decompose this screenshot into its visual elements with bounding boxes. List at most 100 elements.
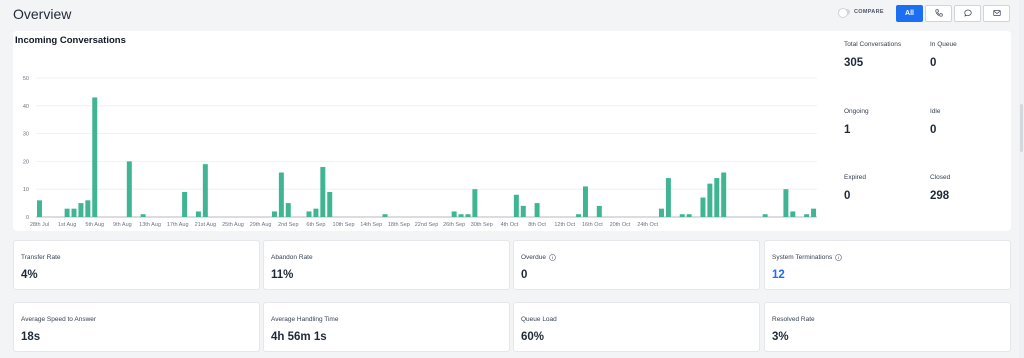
compare-toggle[interactable]: COMPARE bbox=[838, 8, 884, 18]
chart-bar[interactable] bbox=[126, 161, 132, 217]
stat-label: Closed bbox=[930, 174, 951, 181]
channel-all-label: All bbox=[905, 10, 914, 17]
chart-bar[interactable] bbox=[582, 186, 588, 217]
chart-bar[interactable] bbox=[714, 178, 720, 217]
info-icon[interactable] bbox=[549, 254, 556, 261]
chart-bar[interactable] bbox=[313, 208, 319, 217]
chart-bar[interactable] bbox=[520, 205, 526, 217]
x-tick-label: 25th Aug bbox=[222, 222, 244, 228]
chart-bar[interactable] bbox=[465, 214, 471, 217]
y-tick-label: 10 bbox=[23, 187, 29, 193]
stat-label: In Queue bbox=[930, 41, 957, 48]
x-tick-label: 28th Jul bbox=[30, 222, 49, 228]
y-tick-label: 20 bbox=[23, 159, 29, 165]
chart-bar[interactable] bbox=[596, 205, 602, 217]
chart-bar[interactable] bbox=[85, 200, 91, 217]
metric-label: System Terminations bbox=[772, 254, 843, 261]
metric-label-text: System Terminations bbox=[772, 254, 833, 261]
chart-bar[interactable] bbox=[721, 172, 727, 217]
metric-label: Abandon Rate bbox=[271, 254, 313, 261]
x-tick-label: 4th Oct bbox=[501, 222, 519, 228]
metric-label: Average Handling Time bbox=[271, 316, 338, 323]
chart-bar[interactable] bbox=[472, 189, 478, 217]
page-title: Overview bbox=[13, 6, 72, 22]
channel-phone-button[interactable] bbox=[925, 5, 952, 22]
channel-email-button[interactable] bbox=[983, 5, 1010, 22]
chart-bar[interactable] bbox=[686, 214, 692, 217]
scrollbar-thumb[interactable] bbox=[1020, 104, 1023, 152]
chart-bar[interactable] bbox=[700, 197, 706, 217]
chart-bar[interactable] bbox=[320, 166, 326, 217]
chart-bar[interactable] bbox=[64, 208, 70, 217]
x-tick-label: 2nd Sep bbox=[278, 222, 299, 228]
stat-label: Idle bbox=[930, 108, 941, 115]
page-header: Overview COMPARE All bbox=[0, 0, 1024, 30]
chart-bar[interactable] bbox=[790, 211, 796, 217]
x-tick-label: 8th Oct bbox=[528, 222, 546, 228]
chart-bar[interactable] bbox=[534, 203, 540, 217]
chart-bar[interactable] bbox=[78, 203, 84, 217]
chart-bar[interactable] bbox=[665, 178, 671, 217]
chart-bar[interactable] bbox=[195, 211, 201, 217]
chart-bar[interactable] bbox=[659, 208, 664, 217]
stat-total-conversations: Total Conversations 305 bbox=[844, 41, 901, 69]
metric-value: 60% bbox=[521, 331, 545, 343]
toggle-switch[interactable] bbox=[838, 8, 850, 18]
stat-in-queue: In Queue 0 bbox=[930, 41, 957, 69]
chart-bar[interactable] bbox=[707, 183, 713, 217]
chart-bar[interactable] bbox=[182, 191, 188, 217]
metric-average-speed-to-answer: Average Speed to Answer 18s bbox=[13, 302, 260, 352]
page-scrollbar[interactable] bbox=[1019, 0, 1024, 358]
x-tick-label: 18th Sep bbox=[388, 222, 410, 228]
chart-bar[interactable] bbox=[271, 211, 277, 217]
chart-bar[interactable] bbox=[513, 194, 519, 217]
metric-queue-load: Queue Load 60% bbox=[513, 302, 760, 352]
mail-icon bbox=[992, 9, 1001, 19]
metric-label: Resolved Rate bbox=[772, 316, 815, 323]
chart-bar[interactable] bbox=[679, 214, 685, 217]
stat-value: 0 bbox=[930, 57, 937, 69]
chart-bar[interactable] bbox=[92, 97, 98, 217]
info-icon[interactable] bbox=[835, 254, 843, 261]
metric-value: 0 bbox=[521, 269, 528, 281]
metric-label: Overdue bbox=[521, 254, 556, 261]
chart-bar[interactable] bbox=[458, 214, 464, 217]
metric-label: Average Speed to Answer bbox=[21, 316, 96, 323]
chart-bar[interactable] bbox=[140, 214, 146, 217]
chart-bar[interactable] bbox=[576, 214, 582, 217]
y-tick-label: 30 bbox=[23, 132, 29, 138]
x-tick-label: 10th Sep bbox=[333, 222, 355, 228]
chart-bar[interactable] bbox=[762, 214, 768, 217]
chart-bar[interactable] bbox=[804, 214, 810, 217]
chart-bar[interactable] bbox=[306, 211, 312, 217]
channel-all-button[interactable]: All bbox=[896, 5, 923, 22]
stat-ongoing: Ongoing 1 bbox=[844, 108, 869, 136]
chart-bar[interactable] bbox=[36, 200, 42, 217]
chart-bar[interactable] bbox=[71, 208, 77, 217]
compare-label: COMPARE bbox=[854, 9, 884, 15]
stat-value: 0 bbox=[844, 190, 851, 202]
chart-bar[interactable] bbox=[278, 172, 284, 217]
x-tick-label: 1st Aug bbox=[58, 222, 76, 228]
metric-value: 18s bbox=[21, 331, 41, 343]
x-tick-label: 26th Sep bbox=[443, 222, 465, 228]
stat-label: Ongoing bbox=[844, 108, 869, 115]
x-tick-label: 21st Aug bbox=[195, 222, 216, 228]
metric-label: Transfer Rate bbox=[21, 254, 61, 261]
chart-bar[interactable] bbox=[811, 208, 817, 217]
metric-transfer-rate: Transfer Rate 4% bbox=[13, 240, 260, 290]
chart-bar[interactable] bbox=[285, 203, 291, 217]
chart-bar[interactable] bbox=[202, 164, 208, 217]
channel-chat-button[interactable] bbox=[954, 5, 981, 22]
chart-bar[interactable] bbox=[783, 189, 789, 217]
metric-value-link[interactable]: 12 bbox=[772, 269, 785, 281]
metric-label: Queue Load bbox=[521, 316, 557, 323]
chart-bar[interactable] bbox=[451, 211, 457, 217]
stat-value: 305 bbox=[844, 57, 864, 69]
metric-average-handling-time: Average Handling Time 4h 56m 1s bbox=[263, 302, 510, 352]
metric-value: 3% bbox=[772, 331, 789, 343]
y-tick-label: 0 bbox=[26, 215, 29, 221]
stat-idle: Idle 0 bbox=[930, 108, 940, 136]
chart-bar[interactable] bbox=[382, 214, 388, 217]
chart-bar[interactable] bbox=[327, 191, 333, 217]
